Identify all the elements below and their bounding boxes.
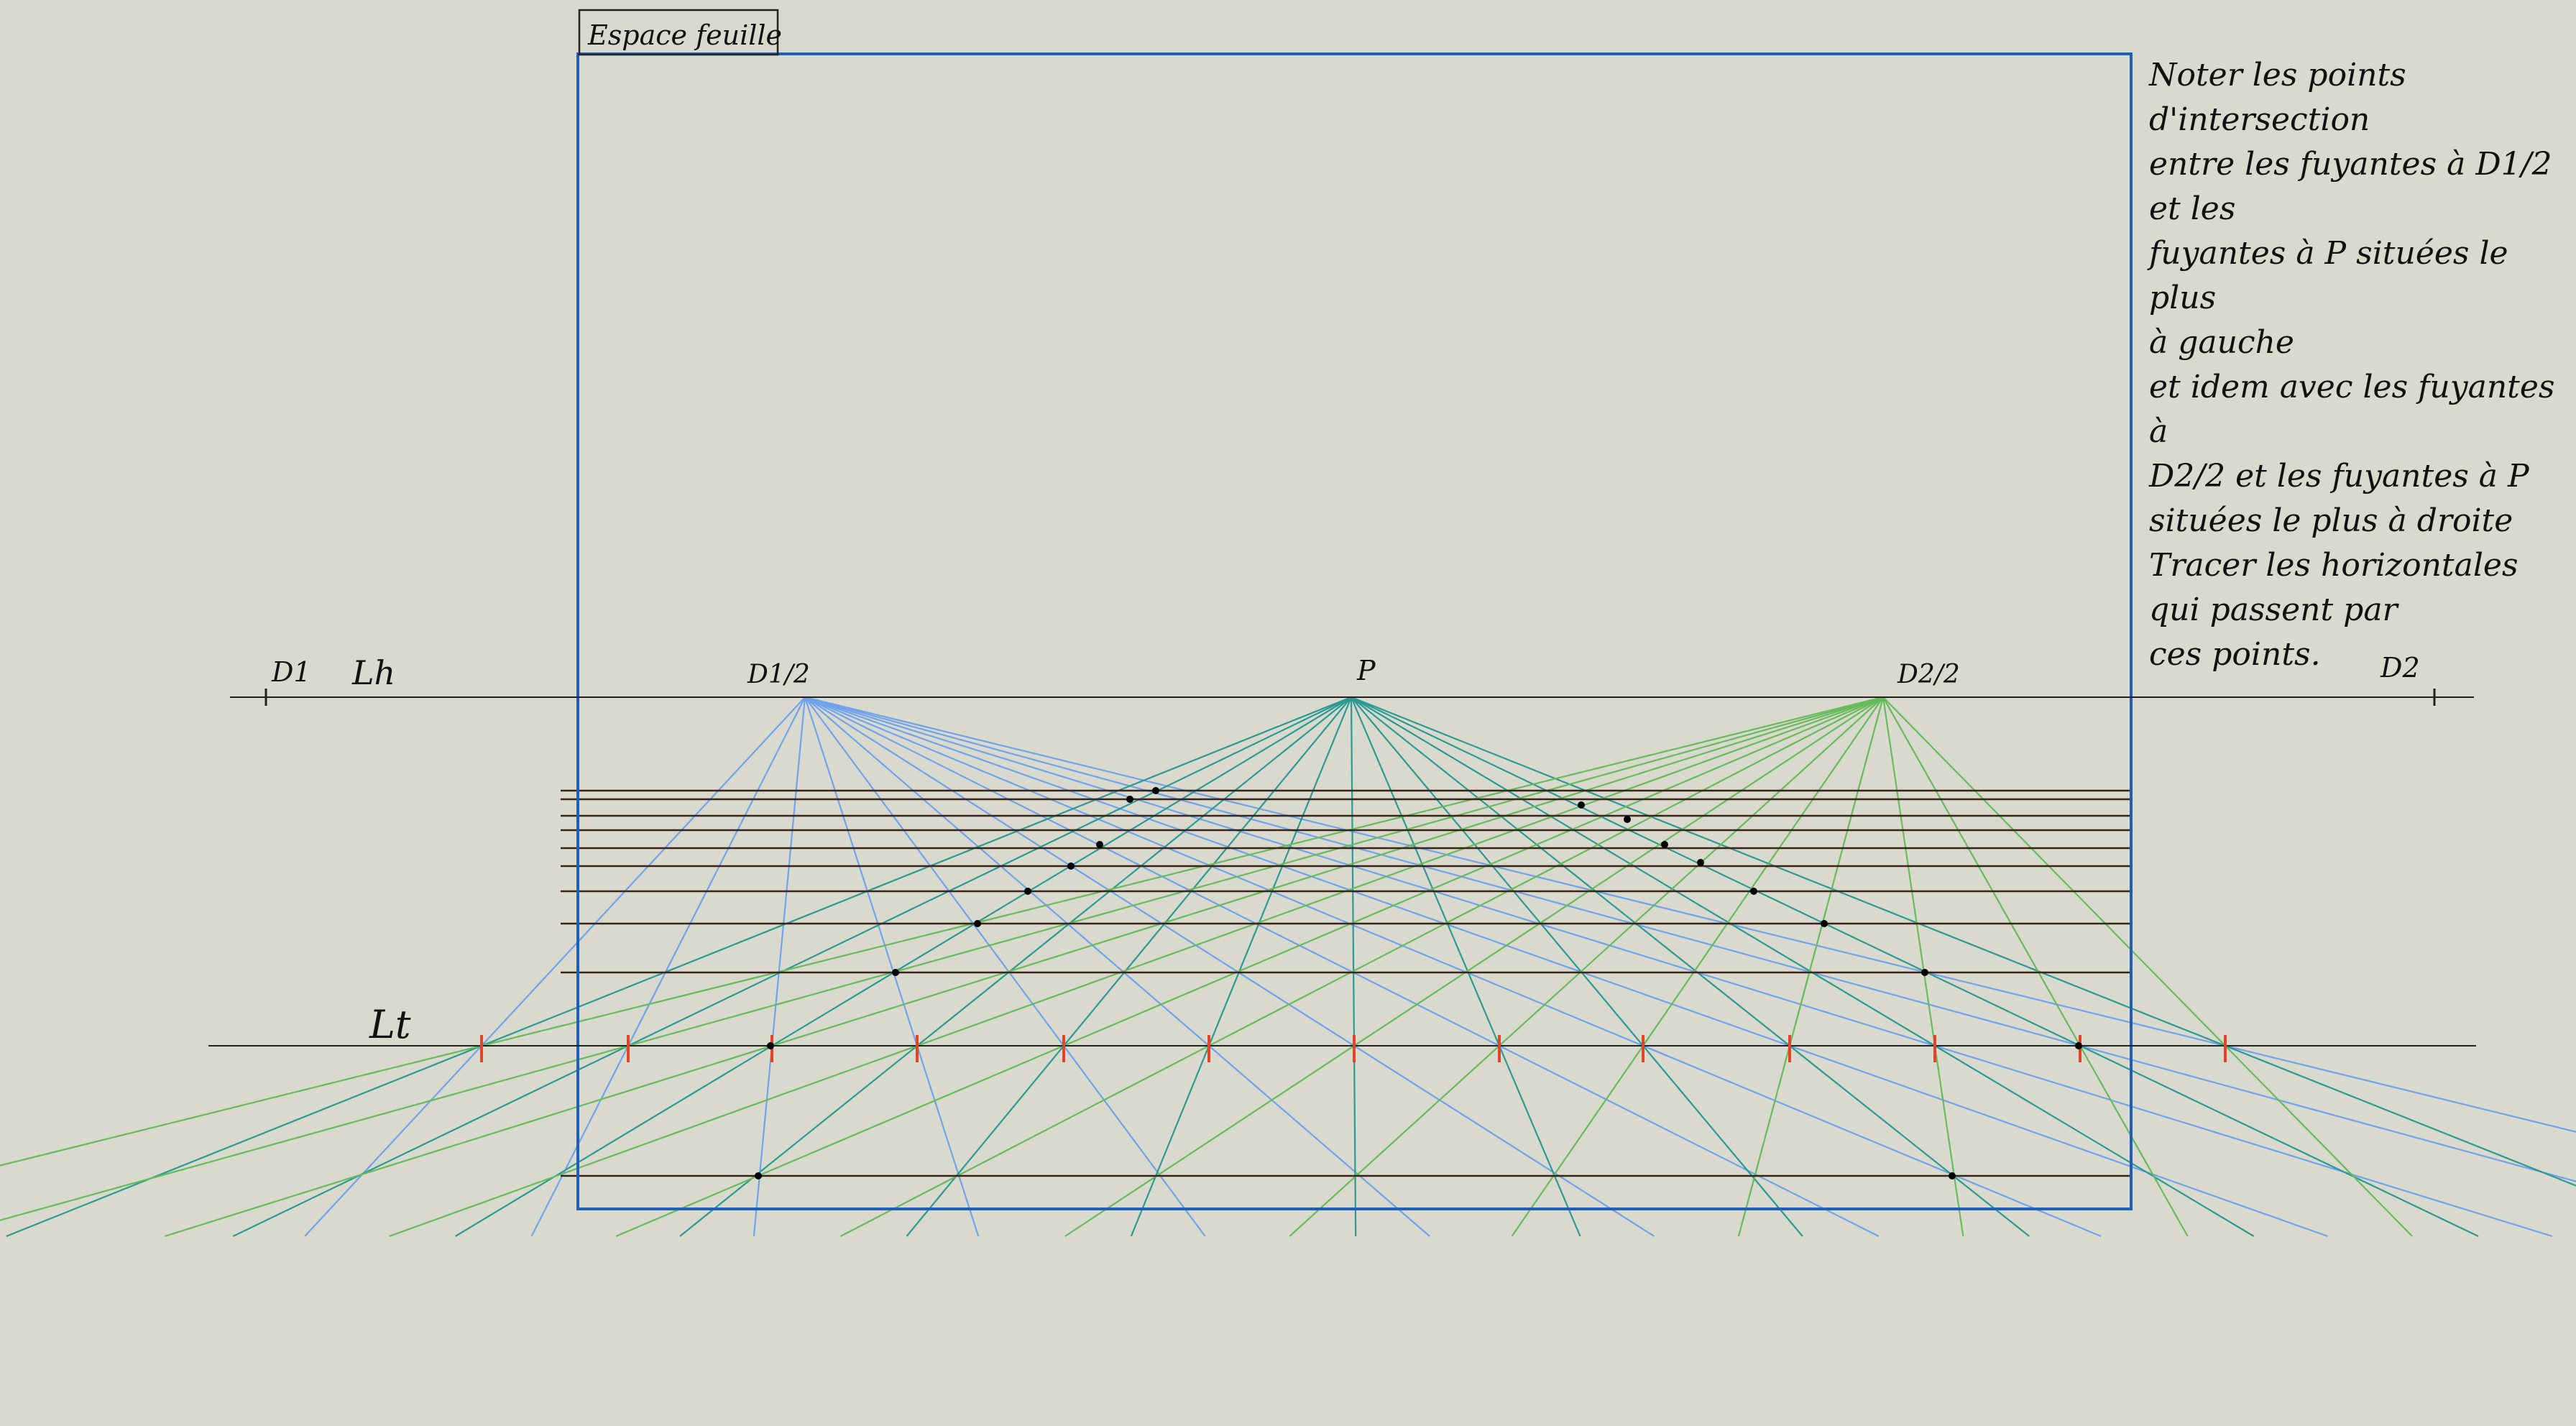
instruction-note: Noter les points d'intersection entre le… [2149, 57, 2555, 673]
fuyante-p [1351, 696, 2576, 1187]
fuyante-d22 [0, 696, 1884, 1221]
fuyante-d12 [804, 696, 980, 1237]
fuyante-d22 [0, 696, 1884, 1167]
intersection-point [1096, 841, 1103, 848]
intersection-point [1624, 816, 1631, 823]
horizontal-lines [561, 789, 2131, 1177]
intersection-point [1697, 859, 1704, 866]
fuyante-p [1351, 696, 2479, 1237]
fuyante-d12 [804, 696, 1206, 1237]
d1-label: D1 [271, 656, 311, 688]
fuyante-d12 [804, 696, 2328, 1238]
fuyante-d22 [1289, 696, 1884, 1237]
intersection-point [892, 969, 899, 976]
fuyante-p [232, 696, 1352, 1237]
fuyante-d12 [804, 696, 1655, 1237]
fuyante-p [1351, 696, 2255, 1237]
intersection-point [1067, 862, 1075, 870]
intersection-point [1750, 888, 1757, 895]
vanishing-lines [0, 696, 2576, 1238]
fuyante-p [1351, 696, 1803, 1237]
intersection-point [1661, 841, 1668, 848]
espace-feuille-label: Espace feuille [587, 19, 782, 51]
fuyante-d22 [164, 696, 1884, 1238]
intersection-point [1821, 920, 1828, 927]
intersection-point [1949, 1172, 1956, 1179]
fuyante-p [1350, 696, 1357, 1237]
fuyante-d12 [530, 696, 806, 1237]
lt-label: Lt [369, 1002, 411, 1047]
intersection-point [1126, 796, 1133, 803]
intersection-point [2075, 1042, 2082, 1049]
fuyante-d12 [304, 696, 806, 1237]
fuyante-d22 [840, 696, 1884, 1237]
lh-label: Lh [351, 653, 395, 692]
d12-label: D1/2 [747, 660, 810, 689]
fuyante-d22 [1882, 696, 1964, 1237]
fuyante-d12 [804, 696, 1880, 1237]
fuyante-p [906, 696, 1352, 1237]
fuyante-p [455, 696, 1352, 1237]
intersection-point [1921, 969, 1928, 976]
fuyante-p [6, 696, 1352, 1238]
p-label: P [1356, 655, 1376, 686]
ground-line-ticks [480, 1035, 2227, 1062]
intersection-point [1024, 888, 1031, 895]
fuyante-d12 [804, 696, 1430, 1237]
intersection-point [767, 1042, 774, 1049]
fuyante-d12 [804, 696, 2553, 1238]
intersection-point [974, 920, 981, 927]
fuyante-d22 [1882, 696, 2413, 1237]
intersection-point [1578, 801, 1585, 809]
intersection-point [755, 1172, 762, 1179]
fuyante-p [1350, 696, 1581, 1237]
fuyante-p [1130, 696, 1353, 1237]
d22-label: D2/2 [1897, 660, 1960, 689]
intersection-point [1152, 787, 1159, 794]
